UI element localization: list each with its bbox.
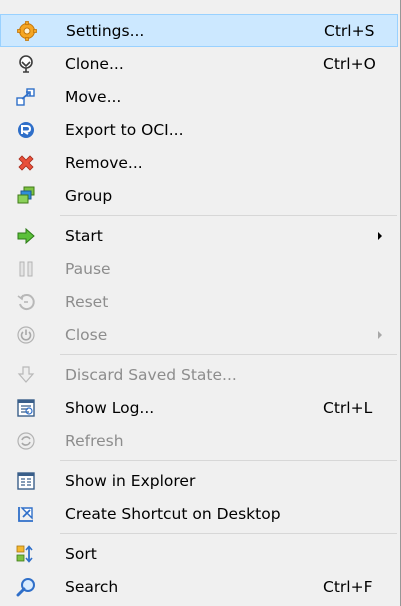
- remove-icon: [15, 152, 37, 174]
- menu-item-move[interactable]: Move...: [0, 80, 400, 113]
- menu-item-shortcut: Ctrl+L: [323, 398, 373, 417]
- menu-item-label: Group: [65, 186, 113, 205]
- menu-separator: [0, 351, 400, 358]
- submenu-arrow-icon: [378, 330, 382, 339]
- menu-item-close[interactable]: Close: [0, 318, 400, 351]
- menu-separator: [0, 212, 400, 219]
- menu-item-label: Remove...: [65, 153, 143, 172]
- menu-item-label: Close: [65, 325, 108, 344]
- menu-item-label: Show in Explorer: [65, 471, 196, 490]
- menu-item-sort[interactable]: Sort: [0, 537, 400, 570]
- menu-item-show-log[interactable]: Show Log... Ctrl+L: [0, 391, 400, 424]
- menu-item-reset[interactable]: Reset: [0, 285, 400, 318]
- menu-item-label: Start: [65, 226, 103, 245]
- menu-item-settings[interactable]: Settings... Ctrl+S: [0, 14, 398, 47]
- menu-item-label: Show Log...: [65, 398, 155, 417]
- menu-item-refresh[interactable]: Refresh: [0, 424, 400, 457]
- menu-item-label: Settings...: [66, 21, 145, 40]
- context-menu: Settings... Ctrl+S Clone... Ctrl+O Move.…: [0, 0, 401, 606]
- menu-item-label: Create Shortcut on Desktop: [65, 504, 281, 523]
- discard-arrow-icon: [15, 364, 37, 386]
- menu-item-label: Sort: [65, 544, 97, 563]
- power-icon: [15, 324, 37, 346]
- submenu-arrow-icon: [378, 231, 382, 240]
- menu-item-start[interactable]: Start: [0, 219, 400, 252]
- search-icon: [15, 576, 37, 598]
- menu-item-create-shortcut[interactable]: Create Shortcut on Desktop: [0, 497, 400, 530]
- menu-item-pause[interactable]: Pause: [0, 252, 400, 285]
- shortcut-icon: [15, 503, 37, 525]
- menu-item-label: Move...: [65, 87, 122, 106]
- menu-item-group[interactable]: Group: [0, 179, 400, 212]
- menu-item-label: Search: [65, 577, 119, 596]
- menu-item-search[interactable]: Search Ctrl+F: [0, 570, 400, 603]
- move-icon: [15, 86, 37, 108]
- menu-item-shortcut: Ctrl+O: [323, 54, 376, 73]
- sort-icon: [15, 543, 37, 565]
- log-icon: [15, 397, 37, 419]
- menu-item-label: Export to OCI...: [65, 120, 184, 139]
- refresh-icon: [15, 430, 37, 452]
- menu-item-label: Pause: [65, 259, 111, 278]
- menu-item-label: Clone...: [65, 54, 124, 73]
- menu-item-label: Reset: [65, 292, 109, 311]
- menu-item-remove[interactable]: Remove...: [0, 146, 400, 179]
- menu-item-shortcut: Ctrl+S: [324, 21, 375, 40]
- menu-separator: [0, 457, 400, 464]
- menu-item-clone[interactable]: Clone... Ctrl+O: [0, 47, 400, 80]
- reset-icon: [15, 291, 37, 313]
- menu-item-export-oci[interactable]: Export to OCI...: [0, 113, 400, 146]
- export-oci-icon: [15, 119, 37, 141]
- menu-item-shortcut: Ctrl+F: [323, 577, 373, 596]
- settings-icon: [16, 20, 38, 42]
- pause-icon: [15, 258, 37, 280]
- menu-item-label: Discard Saved State...: [65, 365, 237, 384]
- menu-item-discard-saved-state[interactable]: Discard Saved State...: [0, 358, 400, 391]
- start-arrow-icon: [15, 225, 37, 247]
- explorer-icon: [15, 470, 37, 492]
- menu-separator: [0, 530, 400, 537]
- menu-item-label: Refresh: [65, 431, 124, 450]
- menu-item-show-in-explorer[interactable]: Show in Explorer: [0, 464, 400, 497]
- clone-icon: [15, 53, 37, 75]
- group-icon: [15, 185, 37, 207]
